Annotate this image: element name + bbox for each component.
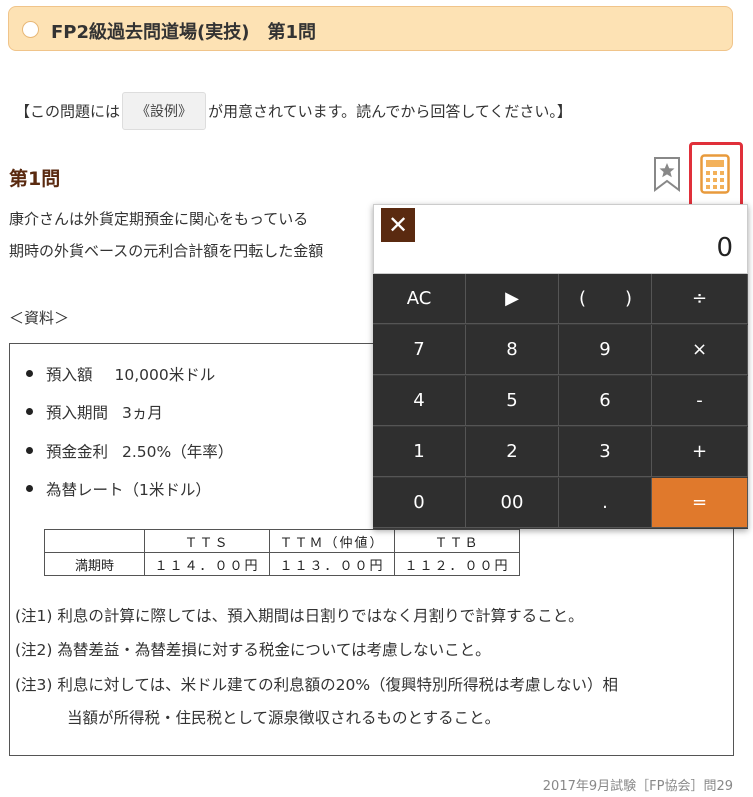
page-title-bar: FP2級過去問道場(実技) 第1問 bbox=[8, 6, 733, 51]
list-item: 預金金利 2.50%（年率） bbox=[26, 440, 233, 462]
key-5[interactable]: 5 bbox=[466, 376, 559, 426]
note-line: (注2) 為替差益・為替差損に対する税金については考慮しないこと。 bbox=[15, 641, 491, 659]
item-label: 預入額 bbox=[46, 366, 93, 384]
close-calculator-button[interactable]: ✕ bbox=[381, 208, 415, 242]
calculator-icon bbox=[700, 154, 730, 194]
material-label: ＜資料＞ bbox=[9, 309, 70, 327]
table-row: 満期時 １１４．００円 １１３．００円 １１２．００円 bbox=[44, 552, 520, 576]
example-button[interactable]: 《設例》 bbox=[122, 92, 207, 130]
source-citation: 2017年9月試験［FP協会］問29 bbox=[542, 779, 733, 794]
key-4[interactable]: 4 bbox=[373, 376, 466, 426]
item-value: 2.50%（年率） bbox=[122, 443, 234, 461]
key-6[interactable]: 6 bbox=[559, 376, 652, 426]
item-label: 為替レート（1米ドル） bbox=[46, 481, 211, 499]
calculator-panel: ✕ 0 AC ▶ ( ) ÷ 7 8 9 × 4 5 6 - 1 2 3 + 0… bbox=[373, 204, 748, 529]
title-bullet-icon bbox=[22, 21, 39, 38]
item-label: 預金金利 bbox=[46, 443, 109, 461]
key-8[interactable]: 8 bbox=[466, 325, 559, 375]
table-cell: 満期時 bbox=[44, 552, 145, 576]
calculator-display-area: ✕ 0 bbox=[373, 204, 748, 274]
table-header-cell: ＴＴＳ bbox=[144, 529, 270, 553]
item-value: 10,000米ドル bbox=[114, 366, 216, 384]
bullet-icon bbox=[26, 485, 33, 492]
notice-text-pre: 【この問題には bbox=[15, 102, 121, 121]
star-bookmark-icon bbox=[654, 157, 680, 192]
key-2[interactable]: 2 bbox=[466, 427, 559, 477]
key-right-paren[interactable]: ) bbox=[625, 274, 632, 324]
key-00[interactable]: 00 bbox=[466, 478, 559, 528]
note-line: (注3) 利息に対しては、米ドル建ての利息額の20%（復興特別所得税は考慮しない… bbox=[15, 676, 619, 694]
bookmark-star-button[interactable] bbox=[652, 156, 682, 192]
list-item: 預入額 10,000米ドル bbox=[26, 363, 215, 385]
table-header-row: ＴＴＳ ＴＴＭ（仲値） ＴＴＢ bbox=[44, 529, 520, 553]
calculator-button[interactable] bbox=[700, 154, 730, 194]
key-equals[interactable]: = bbox=[652, 478, 748, 528]
question-heading: 第1問 bbox=[9, 168, 61, 190]
bullet-icon bbox=[26, 408, 33, 415]
table-header-cell: ＴＴＢ bbox=[394, 529, 520, 553]
question-text-line: 康介さんは外貨定期預金に関心をもっている bbox=[9, 210, 309, 228]
question-text-line: 期時の外貨ベースの元利合計額を円転した金額 bbox=[9, 242, 324, 260]
key-play[interactable]: ▶ bbox=[466, 274, 559, 324]
note-line-continued: 当額が所得税・住民税として源泉徴収されるものとすること。 bbox=[67, 709, 501, 727]
key-decimal[interactable]: . bbox=[559, 478, 652, 528]
key-divide[interactable]: ÷ bbox=[652, 274, 748, 324]
key-parens: ( ) bbox=[559, 274, 652, 324]
item-label: 預入期間 bbox=[46, 404, 109, 422]
exchange-rate-table: ＴＴＳ ＴＴＭ（仲値） ＴＴＢ 満期時 １１４．００円 １１３．００円 １１２．… bbox=[44, 529, 520, 576]
table-cell: １１２．００円 bbox=[394, 552, 520, 576]
key-1[interactable]: 1 bbox=[373, 427, 466, 477]
notice-text-post: が用意されています。読んでから回答してください。】 bbox=[208, 102, 572, 121]
table-cell: １１３．００円 bbox=[269, 552, 395, 576]
key-0[interactable]: 0 bbox=[373, 478, 466, 528]
list-item: 預入期間 3ヵ月 bbox=[26, 401, 163, 423]
key-subtract[interactable]: - bbox=[652, 376, 748, 426]
key-7[interactable]: 7 bbox=[373, 325, 466, 375]
calculator-keypad: AC ▶ ( ) ÷ 7 8 9 × 4 5 6 - 1 2 3 + 0 00 … bbox=[373, 274, 748, 529]
key-3[interactable]: 3 bbox=[559, 427, 652, 477]
bullet-icon bbox=[26, 370, 33, 377]
key-add[interactable]: + bbox=[652, 427, 748, 477]
key-multiply[interactable]: × bbox=[652, 325, 748, 375]
page-title: FP2級過去問道場(実技) 第1問 bbox=[51, 22, 316, 43]
table-header-cell: ＴＴＭ（仲値） bbox=[269, 529, 395, 553]
bullet-icon bbox=[26, 447, 33, 454]
list-item: 為替レート（1米ドル） bbox=[26, 478, 211, 500]
note-line: (注1) 利息の計算に際しては、預入期間は日割りではなく月割りで計算すること。 bbox=[15, 607, 584, 625]
key-9[interactable]: 9 bbox=[559, 325, 652, 375]
table-cell: １１４．００円 bbox=[144, 552, 270, 576]
example-notice: 【この問題には 《設例》 が用意されています。読んでから回答してください。】 bbox=[15, 92, 572, 130]
calculator-display: 0 bbox=[716, 233, 733, 263]
table-header-cell bbox=[44, 529, 145, 553]
key-left-paren[interactable]: ( bbox=[579, 274, 586, 324]
item-value: 3ヵ月 bbox=[122, 404, 163, 422]
key-ac[interactable]: AC bbox=[373, 274, 466, 324]
